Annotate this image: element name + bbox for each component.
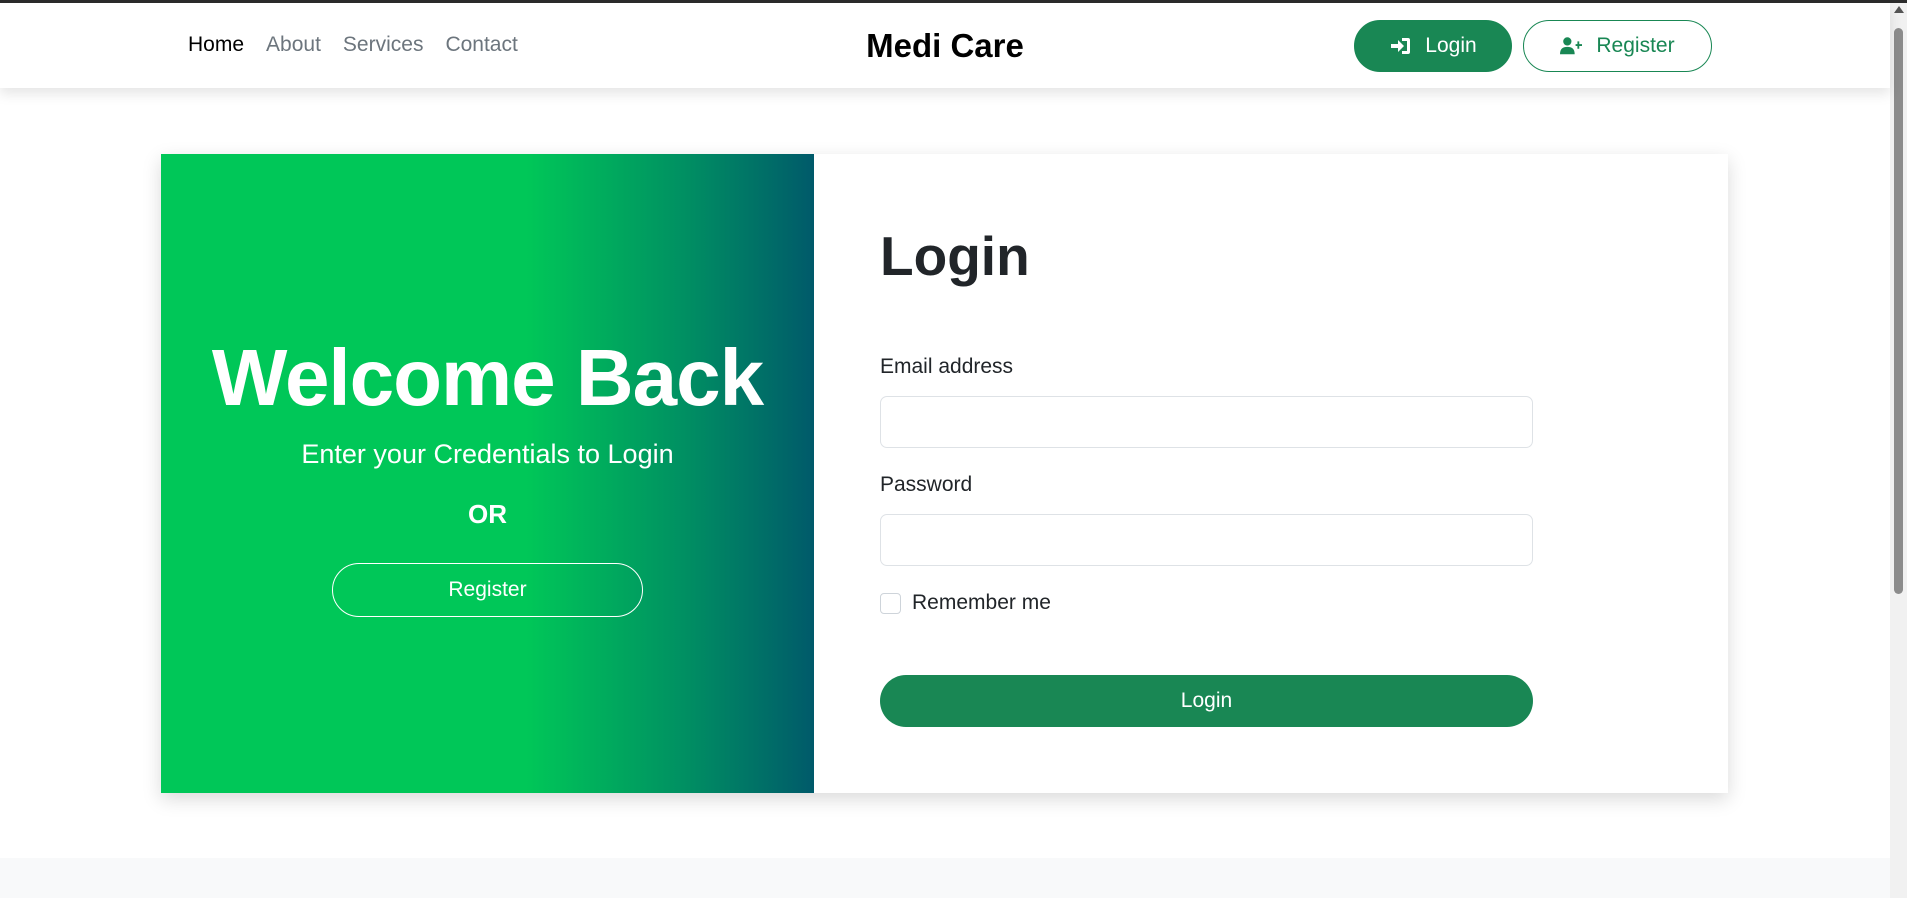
scrollbar-thumb[interactable] <box>1894 28 1903 594</box>
password-label: Password <box>880 473 973 496</box>
email-label: Email address <box>880 355 1014 378</box>
nav-login-label: Login <box>1425 34 1477 57</box>
welcome-heading: Welcome Back <box>211 333 764 422</box>
footer-band <box>0 858 1890 898</box>
password-field[interactable] <box>880 514 1533 566</box>
remember-me-checkbox[interactable] <box>880 593 901 614</box>
remember-me-label[interactable]: Remember me <box>912 591 1051 615</box>
sign-in-icon <box>1391 38 1411 54</box>
login-card: Welcome Back Enter your Credentials to L… <box>161 154 1728 793</box>
user-plus-icon <box>1560 37 1583 55</box>
scroll-up-arrow-icon[interactable] <box>1894 6 1904 13</box>
nav-register-button[interactable]: Register <box>1523 20 1712 72</box>
navbar: Home About Services Contact Medi Care Lo… <box>0 3 1890 88</box>
login-form: Login Email address Password Remember me… <box>814 154 1728 793</box>
nav-login-button[interactable]: Login <box>1354 20 1512 72</box>
panel-register-button[interactable]: Register <box>332 563 643 617</box>
email-field[interactable] <box>880 396 1533 448</box>
welcome-panel: Welcome Back Enter your Credentials to L… <box>161 154 814 793</box>
login-submit-button[interactable]: Login <box>880 675 1533 727</box>
form-title: Login <box>880 225 1030 287</box>
nav-register-label: Register <box>1596 34 1675 57</box>
or-divider-text: OR <box>468 499 507 529</box>
welcome-subheading: Enter your Credentials to Login <box>301 439 674 469</box>
